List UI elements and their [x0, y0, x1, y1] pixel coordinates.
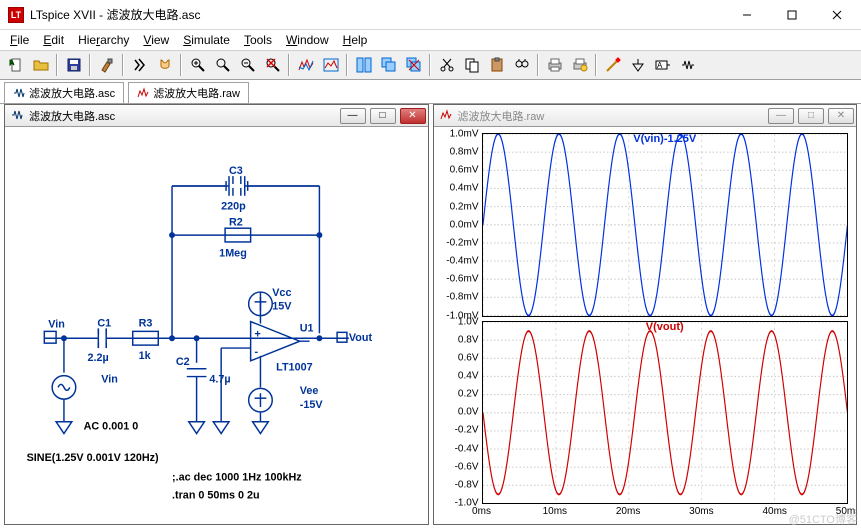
minimize-button[interactable] [724, 1, 769, 29]
svg-text:1Meg: 1Meg [219, 248, 247, 260]
tab-schematic[interactable]: 滤波放大电路.asc [4, 82, 124, 103]
svg-text:A: A [657, 61, 663, 70]
svg-text:LT1007: LT1007 [276, 362, 312, 374]
mdi-workspace: 滤波放大电路.asc — □ ✕ [4, 104, 857, 525]
svg-text:Vout: Vout [349, 332, 373, 344]
svg-text:R3: R3 [139, 317, 153, 329]
waveform-max-button[interactable]: □ [798, 108, 824, 124]
control-panel-icon[interactable] [95, 54, 118, 77]
svg-text:AC 0.001 0: AC 0.001 0 [84, 421, 139, 433]
save-icon[interactable] [62, 54, 85, 77]
svg-text:Vcc: Vcc [272, 287, 291, 299]
svg-text:C2: C2 [176, 356, 190, 368]
svg-text:U1: U1 [300, 322, 314, 334]
watermark: @51CTO博客 [789, 511, 857, 527]
cut-icon[interactable] [435, 54, 458, 77]
menu-view[interactable]: View [137, 33, 175, 47]
draw-wire-icon[interactable] [601, 54, 624, 77]
waveform-close-button[interactable]: ✕ [828, 108, 854, 124]
zoom-out-icon[interactable] [236, 54, 259, 77]
close-windows-icon[interactable] [402, 54, 425, 77]
copy-icon[interactable] [460, 54, 483, 77]
svg-text:Vin: Vin [48, 318, 65, 330]
svg-text:C3: C3 [229, 165, 243, 177]
svg-text:Vee: Vee [300, 385, 319, 397]
schematic-window-icon [11, 109, 25, 123]
label-net-icon[interactable]: A [651, 54, 674, 77]
waveform-min-button[interactable]: — [768, 108, 794, 124]
waveform-window-title: 滤波放大电路.raw [458, 108, 545, 124]
svg-text:4.7µ: 4.7µ [209, 373, 230, 385]
tab-label: 滤波放大电路.asc [29, 85, 115, 101]
zoom-pan-icon[interactable] [211, 54, 234, 77]
schematic-window: 滤波放大电路.asc — □ ✕ [4, 104, 429, 525]
schematic-window-titlebar[interactable]: 滤波放大电路.asc — □ ✕ [5, 105, 428, 127]
zoom-fit-icon[interactable] [261, 54, 284, 77]
raw-tab-icon [137, 87, 149, 99]
schematic-tab-icon [13, 87, 25, 99]
svg-text:-15V: -15V [300, 399, 324, 411]
resistor-icon[interactable] [676, 54, 699, 77]
open-icon[interactable] [29, 54, 52, 77]
menubar: File Edit Hierarchy View Simulate Tools … [0, 30, 861, 50]
titlebar: LT LTspice XVII - 滤波放大电路.asc [0, 0, 861, 30]
autorange-icon[interactable] [294, 54, 317, 77]
new-schematic-icon[interactable] [4, 54, 27, 77]
waveform-window-icon [440, 109, 454, 123]
schematic-close-button[interactable]: ✕ [400, 108, 426, 124]
svg-text:SINE(1.25V 0.001V 120Hz): SINE(1.25V 0.001V 120Hz) [27, 452, 159, 464]
menu-hierarchy[interactable]: Hierarchy [72, 33, 135, 47]
svg-text:15V: 15V [272, 301, 292, 313]
menu-help[interactable]: Help [337, 33, 374, 47]
toolbar: A [0, 50, 861, 80]
tile-windows-icon[interactable] [352, 54, 375, 77]
pick-visible-traces-icon[interactable] [319, 54, 342, 77]
waveform-window-titlebar[interactable]: 滤波放大电路.raw — □ ✕ [434, 105, 857, 127]
document-tabs: 滤波放大电路.asc 滤波放大电路.raw [0, 80, 861, 104]
svg-text:220p: 220p [221, 201, 246, 213]
svg-text:2.2µ: 2.2µ [88, 352, 109, 364]
app-logo-icon: LT [8, 7, 24, 23]
svg-text:C1: C1 [97, 317, 111, 329]
menu-window[interactable]: Window [280, 33, 335, 47]
maximize-button[interactable] [769, 1, 814, 29]
search-icon[interactable] [510, 54, 533, 77]
schematic-min-button[interactable]: — [340, 108, 366, 124]
window-title: LTspice XVII - 滤波放大电路.asc [30, 6, 724, 23]
schematic-window-title: 滤波放大电路.asc [29, 108, 115, 124]
plot-vin[interactable]: V(vin)-1.25V 1.0mV0.8mV0.6mV0.4mV0.2mV0.… [482, 133, 849, 317]
schematic-canvas[interactable]: C3 220p R2 1Meg Vcc 15V + - U1 LT1007 [5, 127, 428, 524]
menu-file[interactable]: File [4, 33, 35, 47]
svg-text:;.ac dec 1000 1Hz 100kHz: ;.ac dec 1000 1Hz 100kHz [172, 472, 302, 484]
print-setup-icon[interactable] [568, 54, 591, 77]
plot-vout[interactable]: V(vout) 1.0V0.8V0.6V0.4V0.2V0.0V-0.2V-0.… [482, 321, 849, 505]
ground-icon[interactable] [626, 54, 649, 77]
menu-edit[interactable]: Edit [37, 33, 70, 47]
svg-text:+: + [255, 328, 261, 340]
print-icon[interactable] [543, 54, 566, 77]
svg-text:R2: R2 [229, 216, 243, 228]
svg-text:.tran 0 50ms 0 2u: .tran 0 50ms 0 2u [172, 489, 260, 501]
tab-label: 滤波放大电路.raw [153, 85, 240, 101]
run-icon[interactable] [128, 54, 151, 77]
waveform-canvas[interactable]: V(vin)-1.25V 1.0mV0.8mV0.6mV0.4mV0.2mV0.… [434, 127, 857, 524]
tab-raw[interactable]: 滤波放大电路.raw [128, 82, 249, 103]
schematic-max-button[interactable]: □ [370, 108, 396, 124]
zoom-in-icon[interactable] [186, 54, 209, 77]
menu-simulate[interactable]: Simulate [177, 33, 236, 47]
svg-text:1k: 1k [139, 350, 152, 362]
close-button[interactable] [814, 1, 859, 29]
svg-text:Vin: Vin [101, 373, 118, 385]
paste-icon[interactable] [485, 54, 508, 77]
waveform-window: 滤波放大电路.raw — □ ✕ V(vin)-1.25V 1.0mV0.8mV… [433, 104, 858, 525]
cascade-windows-icon[interactable] [377, 54, 400, 77]
svg-text:-: - [255, 346, 259, 358]
menu-tools[interactable]: Tools [238, 33, 278, 47]
halt-icon[interactable] [153, 54, 176, 77]
